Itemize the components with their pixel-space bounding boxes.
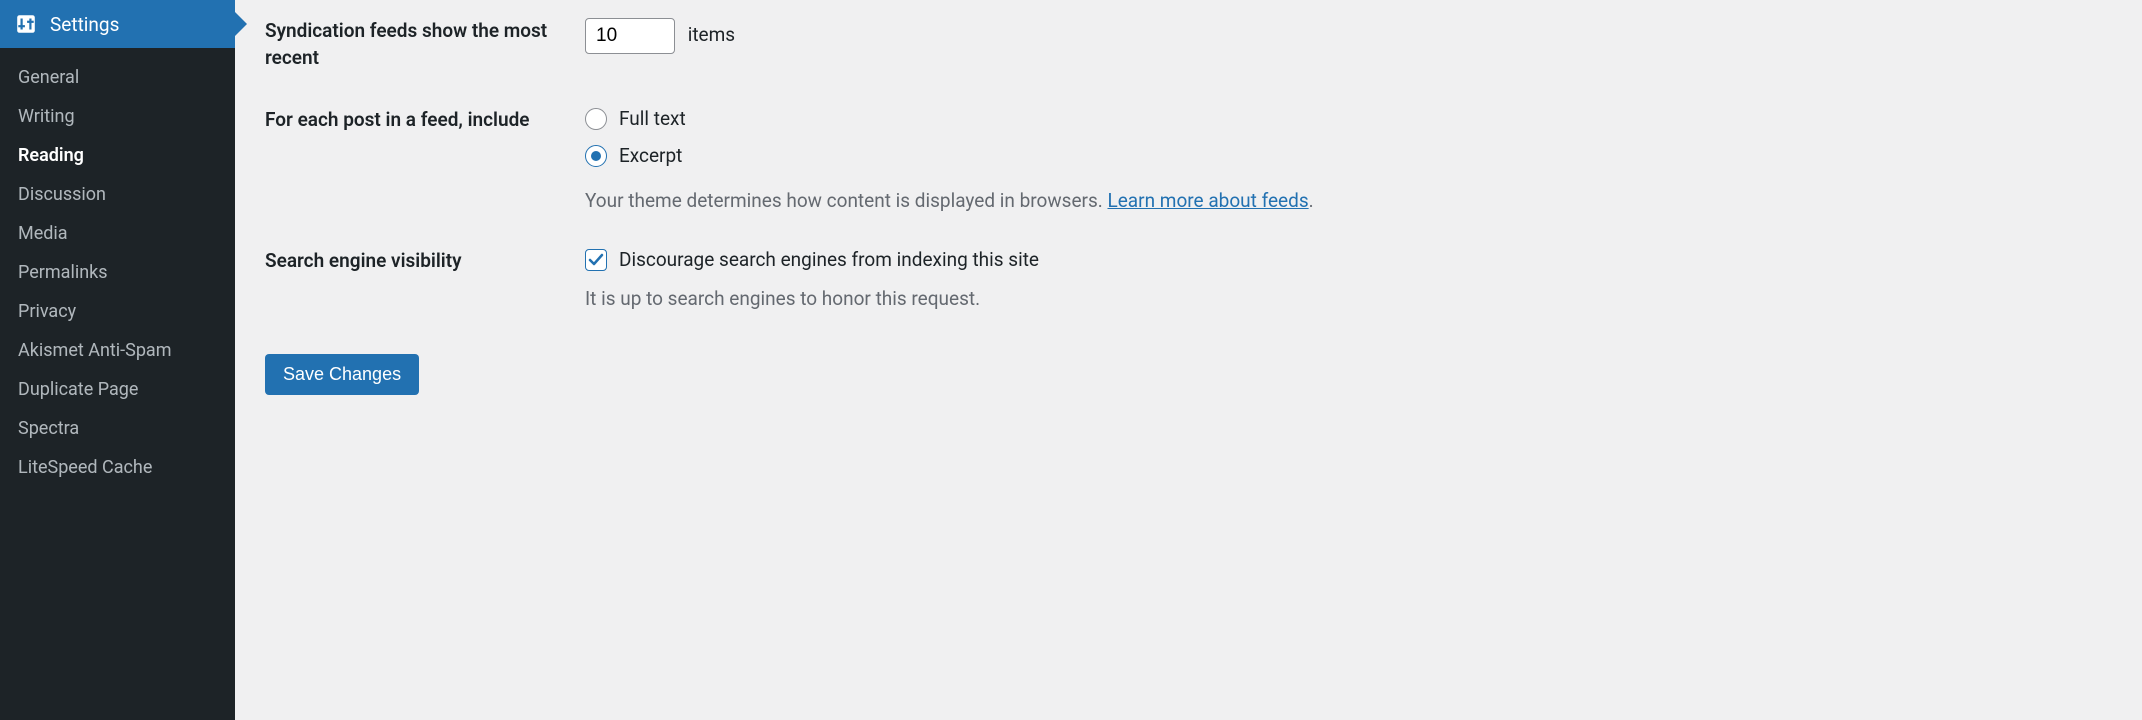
radio-full-text[interactable]: Full text [585,107,2112,130]
sidebar-item-discussion[interactable]: Discussion [0,175,235,214]
sidebar-item-spectra[interactable]: Spectra [0,409,235,448]
sliders-icon [14,12,38,36]
label-feed-content: For each post in a feed, include [265,107,585,134]
sidebar-item-permalinks[interactable]: Permalinks [0,253,235,292]
checkbox-discourage[interactable]: Discourage search engines from indexing … [585,248,2112,271]
radio-icon [585,108,607,130]
learn-more-link[interactable]: Learn more about feeds [1108,189,1309,212]
sidebar: Settings General Writing Reading Discuss… [0,0,235,720]
sidebar-header-settings[interactable]: Settings [0,0,235,48]
radio-excerpt[interactable]: Excerpt [585,144,2112,167]
feed-description: Your theme determines how content is dis… [585,189,2112,212]
label-syndication: Syndication feeds show the most recent [265,18,585,71]
sidebar-item-akismet[interactable]: Akismet Anti-Spam [0,331,235,370]
sidebar-header-label: Settings [50,13,119,36]
row-search-visibility: Search engine visibility Discourage sear… [265,230,2112,328]
search-visibility-description: It is up to search engines to honor this… [585,287,2112,310]
sidebar-item-media[interactable]: Media [0,214,235,253]
save-button[interactable]: Save Changes [265,354,419,395]
control-search-visibility: Discourage search engines from indexing … [585,248,2112,310]
label-search-visibility: Search engine visibility [265,248,585,275]
control-syndication: items [585,18,2112,54]
control-feed-content: Full text Excerpt Your theme determines … [585,107,2112,212]
row-syndication: Syndication feeds show the most recent i… [265,0,2112,89]
main-content: Syndication feeds show the most recent i… [235,0,2142,720]
syndication-input[interactable] [585,18,675,54]
row-feed-content: For each post in a feed, include Full te… [265,89,2112,230]
sidebar-submenu: General Writing Reading Discussion Media… [0,48,235,497]
settings-form: Syndication feeds show the most recent i… [265,0,2112,328]
sidebar-item-writing[interactable]: Writing [0,97,235,136]
sidebar-item-privacy[interactable]: Privacy [0,292,235,331]
sidebar-item-general[interactable]: General [0,58,235,97]
checkbox-label: Discourage search engines from indexing … [619,248,1039,271]
sidebar-item-duplicate-page[interactable]: Duplicate Page [0,370,235,409]
radio-full-text-label: Full text [619,107,686,130]
sidebar-item-reading[interactable]: Reading [0,136,235,175]
checkbox-icon [585,249,607,271]
radio-icon [585,145,607,167]
syndication-suffix: items [688,23,735,46]
feed-radio-group: Full text Excerpt [585,107,2112,167]
radio-excerpt-label: Excerpt [619,144,682,167]
sidebar-item-litespeed[interactable]: LiteSpeed Cache [0,448,235,487]
